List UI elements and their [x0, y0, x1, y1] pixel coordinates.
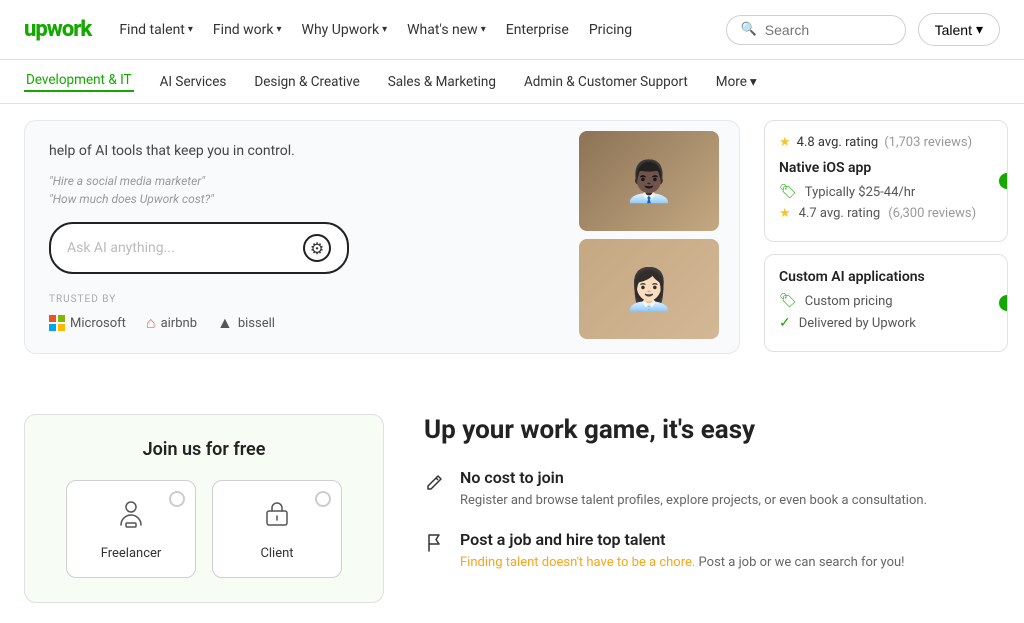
custom-ai-title: Custom AI applications	[779, 269, 993, 285]
talent-button[interactable]: Talent ▾	[918, 13, 1000, 46]
no-cost-content: No cost to join Register and browse tale…	[460, 468, 927, 511]
join-title: Join us for free	[49, 439, 359, 460]
freelancer-label: Freelancer	[101, 546, 162, 561]
client-icon	[261, 497, 293, 536]
client-label: Client	[260, 546, 293, 561]
custom-pricing-detail: 🏷 Custom pricing	[779, 293, 993, 309]
microsoft-logo: Microsoft	[49, 315, 126, 331]
search-icon: 🔍	[741, 22, 757, 37]
ios-pricing-text: Typically $25-44/hr	[805, 185, 916, 200]
freelancer-icon	[115, 497, 147, 536]
chevron-down-icon: ▾	[976, 21, 983, 38]
post-job-title: Post a job and hire top talent	[460, 530, 905, 549]
person-photo-1: 👨🏿‍💼	[579, 131, 719, 231]
left-panel: help of AI tools that keep you in contro…	[0, 104, 764, 394]
right-sidebar: ★ 4.8 avg. rating (1,703 reviews) Native…	[764, 104, 1024, 394]
nav-pricing[interactable]: Pricing	[589, 22, 632, 38]
airbnb-logo: ⌂ airbnb	[146, 313, 197, 333]
bottom-section: Join us for free Freelancer	[0, 394, 1024, 623]
ios-review-count: (6,300 reviews)	[888, 206, 976, 221]
ios-pricing-detail: 🏷 Typically $25-44/hr	[779, 184, 993, 200]
main-content: help of AI tools that keep you in contro…	[0, 104, 1024, 394]
hero-photos: 👨🏿‍💼 👩🏻‍💼	[579, 131, 719, 339]
chevron-down-icon: ▾	[750, 74, 757, 90]
search-input[interactable]	[765, 22, 891, 38]
post-job-content: Post a job and hire top talent Finding t…	[460, 530, 905, 573]
nav-development-it[interactable]: Development & IT	[24, 72, 134, 92]
nav-enterprise[interactable]: Enterprise	[506, 22, 569, 38]
join-options: Freelancer Client	[49, 480, 359, 578]
hero-text: help of AI tools that keep you in contro…	[49, 141, 389, 162]
bissell-logo: ▲ bissell	[217, 313, 275, 333]
no-cost-desc: Register and browse talent profiles, exp…	[460, 491, 927, 511]
ios-rating-text: 4.7 avg. rating	[799, 206, 881, 221]
right-info: Up your work game, it's easy No cost to …	[424, 414, 1000, 593]
nav-more[interactable]: More ▾	[714, 74, 759, 90]
post-job-desc: Finding talent doesn't have to be a chor…	[460, 553, 905, 573]
nav-whats-new[interactable]: What's new ▾	[407, 22, 486, 38]
hero-card: help of AI tools that keep you in contro…	[24, 120, 740, 354]
star-icon-2: ★	[779, 206, 791, 221]
flag-icon	[424, 532, 446, 573]
second-nav: Development & IT AI Services Design & Cr…	[0, 60, 1024, 104]
search-box[interactable]: 🔍	[726, 15, 906, 45]
upwork-logo[interactable]: upwork	[24, 17, 91, 42]
post-job-item: Post a job and hire top talent Finding t…	[424, 530, 1000, 573]
tag-icon-2: 🏷	[779, 293, 797, 309]
no-cost-title: No cost to join	[460, 468, 927, 487]
custom-pricing-text: Custom pricing	[805, 294, 893, 309]
freelancer-option[interactable]: Freelancer	[66, 480, 196, 578]
client-option[interactable]: Client	[212, 480, 342, 578]
top-rating-line: ★ 4.8 avg. rating (1,703 reviews)	[779, 135, 993, 150]
ios-app-card: ★ 4.8 avg. rating (1,703 reviews) Native…	[764, 120, 1008, 242]
top-rating-value: 4.8 avg. rating	[797, 135, 879, 150]
online-indicator	[999, 173, 1008, 189]
ios-rating-detail: ★ 4.7 avg. rating (6,300 reviews)	[779, 206, 993, 221]
nav-why-upwork[interactable]: Why Upwork ▾	[302, 22, 388, 38]
nav-ai-services[interactable]: AI Services	[158, 74, 229, 90]
edit-icon	[424, 470, 446, 511]
chevron-down-icon: ▾	[188, 24, 193, 35]
nav-admin-support[interactable]: Admin & Customer Support	[522, 74, 690, 90]
nav-find-work[interactable]: Find work ▾	[213, 22, 282, 38]
microsoft-grid-icon	[49, 315, 65, 331]
hero-photo-bottom: 👩🏻‍💼	[579, 239, 719, 339]
ai-input-placeholder: Ask AI anything...	[67, 240, 293, 256]
chevron-down-icon: ▾	[481, 24, 486, 35]
custom-ai-card: Custom AI applications 🏷 Custom pricing …	[764, 254, 1008, 352]
hero-photo-top: 👨🏿‍💼	[579, 131, 719, 231]
ai-submit-icon[interactable]: ⚙	[303, 234, 331, 262]
top-review-count: (1,703 reviews)	[884, 135, 972, 150]
check-icon: ✓	[779, 315, 791, 331]
ios-app-title: Native iOS app	[779, 160, 993, 176]
person-photo-2: 👩🏻‍💼	[579, 239, 719, 339]
online-indicator-2	[999, 295, 1008, 311]
tag-icon: 🏷	[779, 184, 797, 200]
chevron-down-icon: ▾	[382, 24, 387, 35]
delivery-text: Delivered by Upwork	[799, 316, 916, 331]
no-cost-item: No cost to join Register and browse tale…	[424, 468, 1000, 511]
ai-input-box[interactable]: Ask AI anything... ⚙	[49, 222, 349, 274]
nav-right: 🔍 Talent ▾	[726, 13, 1000, 46]
chevron-down-icon: ▾	[277, 24, 282, 35]
freelancer-radio[interactable]	[169, 491, 185, 507]
nav-sales-marketing[interactable]: Sales & Marketing	[386, 74, 498, 90]
section-title: Up your work game, it's easy	[424, 414, 1000, 448]
delivery-detail: ✓ Delivered by Upwork	[779, 315, 993, 331]
nav-items: Find talent ▾ Find work ▾ Why Upwork ▾ W…	[119, 22, 725, 38]
nav-find-talent[interactable]: Find talent ▾	[119, 22, 193, 38]
star-icon: ★	[779, 135, 791, 150]
client-radio[interactable]	[315, 491, 331, 507]
nav-design-creative[interactable]: Design & Creative	[252, 74, 361, 90]
join-card: Join us for free Freelancer	[24, 414, 384, 603]
top-nav: upwork Find talent ▾ Find work ▾ Why Upw…	[0, 0, 1024, 60]
